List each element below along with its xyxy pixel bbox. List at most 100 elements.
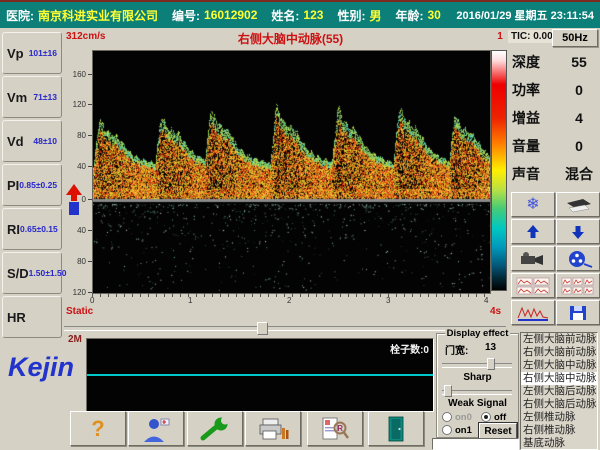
power-value: 0 [560, 82, 598, 98]
vd-label: Vd [7, 134, 24, 149]
datetime-display: 2016/01/29 星期五 23:11:54 [456, 7, 594, 23]
xtick-0: 0 [90, 296, 94, 305]
vd-value: 48±10 [33, 136, 57, 146]
param-box-sd: S/D 1.50±1.50 [2, 252, 62, 294]
power-label: 功率 [512, 80, 560, 100]
emboli-channel-display[interactable]: 栓子数:0 [86, 338, 434, 412]
help-button[interactable]: ? [70, 411, 126, 446]
tcd-application-window: 医院: 南京科进实业有限公司 编号: 16012902 姓名: 123 性别: … [0, 0, 600, 450]
patient-id-field: 编号: 16012902 [172, 7, 257, 24]
weak-signal-label: Weak Signal [437, 398, 518, 409]
ri-value: 0.65±0.15 [20, 224, 58, 234]
print-button[interactable] [245, 411, 301, 446]
wrench-icon [198, 417, 232, 441]
patient-name-value: 123 [303, 8, 323, 22]
age-field: 年龄: 30 [395, 7, 440, 24]
off-label: off [494, 412, 506, 423]
waveform-grid-dense-icon [561, 277, 595, 295]
svg-text:R: R [337, 424, 343, 433]
multi-spectra-compare-button[interactable] [556, 273, 600, 298]
weak-signal-off-radio[interactable]: off [481, 412, 506, 423]
depth-value: 55 [560, 54, 598, 70]
xtick-4: 4 [484, 296, 488, 305]
save-button[interactable] [556, 300, 600, 325]
gain-label: 增益 [512, 108, 560, 128]
param-box-ri: RI 0.65±0.15 [2, 208, 62, 250]
gender-value: 男 [369, 7, 381, 24]
display-effect-panel: Display effect 门宽: 13 Sharp Weak Signal … [436, 333, 519, 438]
scale-up-button[interactable] [511, 219, 555, 244]
sound-label: 声音 [512, 164, 560, 184]
pi-label: PI [7, 178, 19, 193]
radio-icon [442, 425, 452, 435]
scale-down-button[interactable] [556, 219, 600, 244]
gate-width-slider-thumb[interactable] [487, 358, 495, 370]
time-scroll-track[interactable] [64, 326, 506, 331]
vp-value: 101±16 [29, 48, 57, 58]
settings-button[interactable] [187, 411, 243, 446]
volume-row: 音量 0 [512, 136, 598, 156]
freeze-button[interactable]: ❄ [511, 192, 555, 217]
weak-signal-on1-radio[interactable]: on1 [442, 425, 472, 436]
artery-selection-list[interactable]: 左侧大脑前动脉 右侧大脑前动脉 左侧大脑中动脉 右侧大脑中动脉 左侧大脑后动脉 … [520, 332, 598, 450]
intensity-colorbar [491, 50, 507, 291]
reset-button[interactable]: Reset [479, 423, 517, 439]
patient-name-field: 姓名: 123 [271, 7, 323, 24]
spectrum-mode-button[interactable] [511, 300, 555, 325]
depth-label: 深度 [512, 52, 560, 72]
pi-value: 0.85±0.25 [19, 180, 57, 190]
artery-item-1[interactable]: 右侧大脑前动脉 [521, 346, 597, 359]
artery-item-6[interactable]: 左侧椎动脉 [521, 411, 597, 424]
hospital-value: 南京科进实业有限公司 [38, 7, 158, 24]
ytick-80: 80 [64, 131, 86, 140]
artery-item-3-selected[interactable]: 右侧大脑中动脉 [521, 372, 597, 385]
gain-row: 增益 4 [512, 108, 598, 128]
patient-info-button[interactable] [128, 411, 184, 446]
ytick-n40: 40 [64, 226, 86, 235]
static-status-label: Static [66, 306, 93, 317]
on0-label: on0 [455, 412, 472, 423]
depth-row: 深度 55 [512, 52, 598, 72]
weak-signal-on0-radio[interactable]: on0 [442, 412, 472, 423]
param-box-vd: Vd 48±10 [2, 120, 62, 162]
doppler-spectrum-display[interactable] [92, 50, 491, 294]
sharp-slider-thumb[interactable] [444, 385, 452, 397]
artery-item-8[interactable]: 基底动脉 [521, 437, 597, 450]
baseline-arrow-stem [71, 195, 77, 201]
kejin-logo: Kejin [8, 352, 74, 383]
age-label: 年龄: [395, 7, 423, 24]
sd-label: S/D [7, 266, 29, 281]
gate-width-slider-track[interactable] [442, 363, 512, 368]
playback-button[interactable] [556, 246, 600, 271]
baseline-marker[interactable] [66, 184, 82, 218]
artery-item-5[interactable]: 右侧大脑后动脉 [521, 398, 597, 411]
artery-item-4[interactable]: 左侧大脑后动脉 [521, 385, 597, 398]
sound-row: 声音 混合 [512, 164, 598, 184]
patient-name-label: 姓名: [271, 7, 299, 24]
sharp-slider-track[interactable] [442, 390, 512, 395]
video-camera-icon [518, 251, 548, 267]
exit-button[interactable] [368, 411, 424, 446]
radio-selected-icon [481, 412, 491, 422]
hospital-label: 医院: [6, 7, 34, 24]
artery-item-0[interactable]: 左侧大脑前动脉 [521, 333, 597, 346]
display-effect-title: Display effect [445, 328, 511, 339]
emboli-count-label: 栓子数:0 [390, 341, 429, 356]
artery-item-7[interactable]: 右侧椎动脉 [521, 424, 597, 437]
sweep-duration-label: 4s [490, 306, 501, 317]
multi-spectra-view-button[interactable] [511, 273, 555, 298]
door-exit-icon [386, 416, 406, 442]
report-button[interactable]: R [307, 411, 363, 446]
time-scroll-thumb[interactable] [257, 322, 268, 335]
age-value: 30 [427, 8, 440, 22]
record-button[interactable] [511, 246, 555, 271]
spectrogram-canvas [93, 51, 490, 293]
xtick-2: 2 [287, 296, 291, 305]
ytick-160: 160 [64, 70, 86, 79]
filter-frequency-button[interactable]: 50Hz [552, 29, 598, 47]
output-tray-icon [563, 197, 593, 213]
param-box-vm: Vm 71±13 [2, 76, 62, 118]
envelope-trace-button[interactable] [556, 192, 600, 217]
baseline-up-arrow-icon [66, 184, 82, 195]
artery-item-2[interactable]: 左侧大脑中动脉 [521, 359, 597, 372]
